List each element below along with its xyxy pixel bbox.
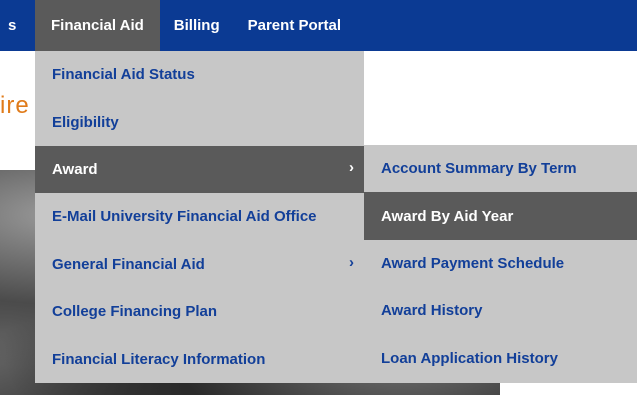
chevron-right-icon: › [349,254,354,272]
menu-item-eligibility[interactable]: Eligibility [35,98,364,145]
nav-item-truncated[interactable]: s [0,0,36,51]
submenu-item-account-summary-by-term[interactable]: Account Summary By Term [364,145,637,192]
menu-item-award[interactable]: Award › [35,145,364,194]
award-submenu: Account Summary By Term Award By Aid Yea… [364,145,637,383]
submenu-item-label: Award By Aid Year [381,207,514,225]
menu-item-label: Financial Aid Status [52,66,195,84]
menu-item-general-financial-aid[interactable]: General Financial Aid › [35,241,364,288]
menu-item-label: Award [52,160,98,178]
page-heading-partial: ire [0,92,30,119]
menu-item-label: E-Mail University Financial Aid Office [52,208,317,226]
submenu-item-loan-application-history[interactable]: Loan Application History [364,335,637,382]
nav-item-financial-aid[interactable]: Financial Aid [35,0,160,51]
menu-item-financial-literacy-information[interactable]: Financial Literacy Information [35,335,364,382]
submenu-item-award-history[interactable]: Award History [364,287,637,334]
nav-item-parent-portal[interactable]: Parent Portal [234,0,355,51]
financial-aid-dropdown: Financial Aid Status Eligibility Award ›… [35,51,364,383]
submenu-item-label: Loan Application History [381,349,558,367]
menu-item-label: Financial Literacy Information [52,350,266,368]
submenu-item-award-by-aid-year[interactable]: Award By Aid Year [364,192,637,240]
menu-item-financial-aid-status[interactable]: Financial Aid Status [35,51,364,98]
menu-item-college-financing-plan[interactable]: College Financing Plan [35,288,364,335]
submenu-item-label: Award Payment Schedule [381,254,565,272]
menu-item-label: Eligibility [52,113,119,131]
menu-item-email-financial-aid-office[interactable]: E-Mail University Financial Aid Office [35,193,364,240]
nav-item-billing[interactable]: Billing [160,0,234,51]
chevron-right-icon: › [349,159,354,177]
top-nav-bar: s Financial Aid Billing Parent Portal [0,0,637,51]
menu-item-label: College Financing Plan [52,303,218,321]
submenu-item-award-payment-schedule[interactable]: Award Payment Schedule [364,240,637,287]
submenu-item-label: Account Summary By Term [381,160,577,178]
menu-item-label: General Financial Aid [52,255,205,273]
submenu-item-label: Award History [381,302,483,320]
